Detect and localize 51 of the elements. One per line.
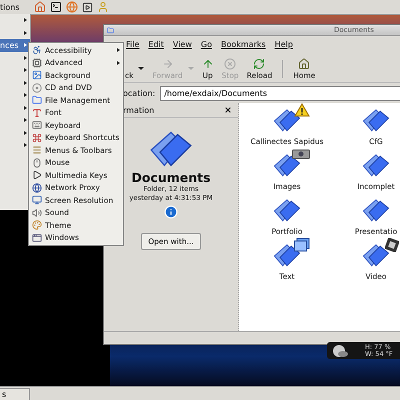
menu-icon (32, 145, 42, 156)
play-icon (32, 170, 42, 180)
window-icon (32, 232, 42, 243)
reload-icon (253, 58, 266, 70)
terminal-icon[interactable] (50, 1, 62, 13)
globe-icon[interactable] (66, 1, 78, 13)
speaker-icon (32, 208, 42, 218)
sidebar-title: rmation (123, 106, 154, 114)
menu-item[interactable]: Help (274, 40, 293, 48)
menu-item[interactable]: Go (200, 40, 212, 48)
folder-icon (273, 107, 301, 132)
folder-icon (107, 26, 114, 34)
menu-item[interactable]: View (172, 40, 192, 48)
close-icon[interactable] (224, 106, 232, 114)
person-icon[interactable] (97, 1, 109, 13)
image-icon (32, 70, 42, 80)
menu-item-label: nces (0, 40, 19, 50)
home-icon (298, 58, 310, 70)
arrow-up-icon (202, 58, 214, 70)
mouse-icon (32, 158, 42, 168)
menu-item[interactable]: Edit (148, 40, 164, 48)
menu-item[interactable]: Bookmarks (220, 40, 266, 48)
location-label: ocation: (123, 88, 156, 98)
globe-icon (32, 182, 42, 193)
disc-icon (32, 82, 42, 93)
play-icon[interactable] (82, 2, 93, 12)
folder-icon (362, 152, 390, 178)
folder-name: Documents (131, 170, 211, 185)
folder-icon (362, 242, 390, 268)
palette-icon (32, 220, 42, 230)
info-icon (164, 204, 178, 219)
home-icon[interactable] (34, 1, 46, 13)
arrow-right-icon (162, 58, 174, 70)
menu-item[interactable]: File (126, 40, 140, 48)
taskbar-button[interactable]: s (0, 388, 30, 400)
folder-icon (362, 197, 390, 222)
keyboard-icon (32, 120, 42, 130)
stop-icon (224, 58, 236, 70)
location-field[interactable]: /home/exdaix/Documents (160, 86, 400, 100)
accessibility-icon (32, 45, 42, 56)
monitor-icon (32, 195, 42, 206)
moon-cloud-icon (331, 344, 349, 358)
applications-menu-label[interactable]: tions (0, 2, 30, 12)
folder-icon (362, 107, 390, 132)
chip-icon (32, 58, 42, 68)
caret-icon[interactable] (138, 67, 144, 70)
menu-item[interactable]: nces (0, 39, 30, 52)
folder-icon (32, 95, 42, 106)
text-icon (32, 108, 42, 118)
command-icon (32, 132, 42, 143)
folder-icon (273, 197, 301, 222)
